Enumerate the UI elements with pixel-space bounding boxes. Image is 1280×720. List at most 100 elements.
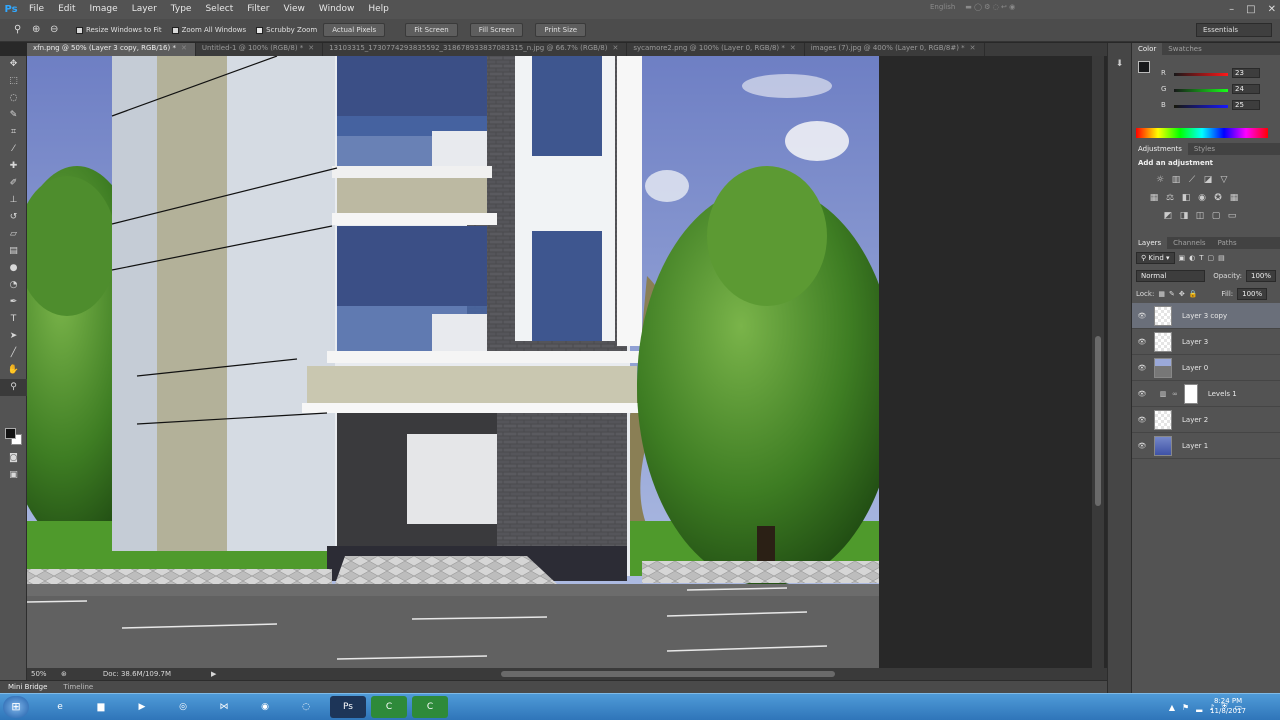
color-lookup-icon[interactable]: ▦	[1228, 192, 1240, 204]
menu-select[interactable]: Select	[198, 0, 240, 19]
document-canvas[interactable]	[27, 56, 879, 668]
start-button[interactable]: ⊞	[3, 696, 29, 718]
menu-image[interactable]: Image	[83, 0, 125, 19]
canvas-area[interactable]	[27, 56, 1107, 668]
menu-view[interactable]: View	[277, 0, 312, 19]
menu-edit[interactable]: Edit	[51, 0, 82, 19]
marquee-tool-icon[interactable]: ⬚	[0, 73, 27, 90]
shape-tool-icon[interactable]: ╱	[0, 345, 27, 362]
crop-tool-icon[interactable]: ⌗	[0, 124, 27, 141]
filter-kind-dropdown[interactable]: ⚲ Kind ▾	[1136, 252, 1175, 264]
healing-brush-tool-icon[interactable]: ✚	[0, 158, 27, 175]
black-white-icon[interactable]: ◧	[1180, 192, 1192, 204]
color-spectrum-bar[interactable]	[1136, 128, 1268, 138]
layer-row[interactable]: 👁 Layer 1	[1132, 433, 1280, 459]
tab-adjustments[interactable]: Adjustments	[1132, 143, 1188, 155]
file-explorer-icon[interactable]: ▆	[83, 696, 119, 718]
scrubby-zoom-checkbox[interactable]: Scrubby Zoom	[256, 26, 317, 34]
close-icon[interactable]: ✕	[613, 44, 619, 52]
opacity-input[interactable]: 100%	[1245, 270, 1276, 282]
internet-explorer-icon[interactable]: e	[42, 696, 78, 718]
hand-tool-icon[interactable]: ✋	[0, 362, 27, 379]
media-player-icon[interactable]: ▶	[124, 696, 160, 718]
layer-row[interactable]: 👁 Layer 3	[1132, 329, 1280, 355]
close-button[interactable]: ✕	[1268, 4, 1276, 15]
blur-tool-icon[interactable]: ●	[0, 260, 27, 277]
path-select-tool-icon[interactable]: ➤	[0, 328, 27, 345]
workspace-switcher[interactable]: Essentials	[1196, 23, 1272, 37]
lock-paint-icon[interactable]: ✎	[1169, 290, 1175, 298]
red-slider[interactable]	[1174, 73, 1228, 76]
pen-tool-icon[interactable]: ✒	[0, 294, 27, 311]
quick-mask-icon[interactable]: ◙	[0, 450, 27, 467]
red-value-input[interactable]: 23	[1232, 68, 1260, 78]
blue-value-input[interactable]: 25	[1232, 100, 1260, 110]
move-tool-icon[interactable]: ✥	[0, 56, 27, 73]
menu-type[interactable]: Type	[164, 0, 199, 19]
type-tool-icon[interactable]: T	[0, 311, 27, 328]
tab-color[interactable]: Color	[1132, 43, 1163, 55]
language-indicator[interactable]: English	[930, 3, 955, 11]
filter-pixel-icon[interactable]: ▣	[1179, 254, 1186, 262]
selective-color-icon[interactable]: ▢	[1210, 210, 1222, 222]
threshold-icon[interactable]: ◫	[1194, 210, 1206, 222]
eyedropper-tool-icon[interactable]: ⁄	[0, 141, 27, 158]
tab-layers[interactable]: Layers	[1132, 237, 1168, 249]
status-menu-arrow-icon[interactable]: ▶	[211, 670, 216, 678]
zoom-tool-icon[interactable]: ⚲	[14, 24, 26, 36]
firefox-icon[interactable]: ◉	[247, 696, 283, 718]
actual-pixels-button[interactable]: Actual Pixels	[323, 23, 386, 37]
vibrance-icon[interactable]: ▽	[1218, 174, 1230, 186]
dodge-tool-icon[interactable]: ◔	[0, 277, 27, 294]
brush-tool-icon[interactable]: ✐	[0, 175, 27, 192]
zoom-level[interactable]: 50%	[31, 670, 61, 678]
tab-channels[interactable]: Channels	[1167, 239, 1211, 247]
layer-row[interactable]: 👁 Layer 2	[1132, 407, 1280, 433]
print-size-button[interactable]: Print Size	[535, 23, 587, 37]
filter-type-icon[interactable]: T	[1199, 254, 1203, 262]
eye-icon[interactable]: 👁	[1132, 442, 1152, 450]
color-balance-icon[interactable]: ⚖	[1164, 192, 1176, 204]
tab-styles[interactable]: Styles	[1188, 145, 1221, 153]
doc-tab-images[interactable]: images (7).jpg @ 400% (Layer 0, RGB/8#) …	[805, 43, 985, 56]
gradient-tool-icon[interactable]: ▤	[0, 243, 27, 260]
layer-mask-thumbnail[interactable]	[1183, 383, 1198, 404]
close-icon[interactable]: ✕	[308, 44, 314, 52]
tray-arrow-icon[interactable]: ▲	[1169, 703, 1175, 712]
lock-move-icon[interactable]: ✥	[1179, 290, 1185, 298]
maximize-button[interactable]: □	[1246, 4, 1255, 15]
tab-mini-bridge[interactable]: Mini Bridge	[0, 683, 55, 691]
layer-row[interactable]: 👁 ▥ ∞ Levels 1	[1132, 381, 1280, 407]
clone-stamp-tool-icon[interactable]: ⊥	[0, 192, 27, 209]
browser-icon[interactable]: ◌	[288, 696, 324, 718]
history-brush-tool-icon[interactable]: ↺	[0, 209, 27, 226]
tab-paths[interactable]: Paths	[1212, 239, 1243, 247]
photoshop-taskbar-icon[interactable]: Ps	[330, 696, 366, 718]
vertical-scroll-thumb[interactable]	[1095, 336, 1101, 506]
green-value-input[interactable]: 24	[1232, 84, 1260, 94]
flag-icon[interactable]: ⚑	[1182, 703, 1189, 712]
close-icon[interactable]: ✕	[970, 44, 976, 52]
curves-icon[interactable]: ⟋	[1186, 174, 1198, 186]
fill-input[interactable]: 100%	[1237, 288, 1268, 300]
channel-mixer-icon[interactable]: ✪	[1212, 192, 1224, 204]
green-slider[interactable]	[1174, 89, 1228, 92]
doc-tab-sycamore[interactable]: sycamore2.png @ 100% (Layer 0, RGB/8) * ✕	[627, 43, 805, 56]
status-icon[interactable]: ⊛	[61, 670, 67, 678]
visual-studio-icon[interactable]: ⋈	[206, 696, 242, 718]
eye-icon[interactable]: 👁	[1132, 364, 1152, 372]
taskbar-clock[interactable]: 8:24 PM 11/8/2017	[1210, 696, 1246, 716]
levels-icon[interactable]: ▥	[1170, 174, 1182, 186]
layer-row[interactable]: 👁 Layer 0	[1132, 355, 1280, 381]
menu-window[interactable]: Window	[312, 0, 362, 19]
brightness-contrast-icon[interactable]: ☼	[1154, 174, 1166, 186]
close-icon[interactable]: ✕	[790, 44, 796, 52]
posterize-icon[interactable]: ◨	[1178, 210, 1190, 222]
zoom-all-windows-checkbox[interactable]: Zoom All Windows	[171, 26, 246, 34]
zoom-out-icon[interactable]: ⊖	[50, 24, 62, 36]
close-icon[interactable]: ✕	[181, 44, 187, 52]
camtasia-recorder-icon[interactable]: C	[412, 696, 448, 718]
zoom-in-icon[interactable]: ⊕	[32, 24, 44, 36]
fit-screen-button[interactable]: Fit Screen	[405, 23, 458, 37]
eye-icon[interactable]: 👁	[1132, 338, 1152, 346]
